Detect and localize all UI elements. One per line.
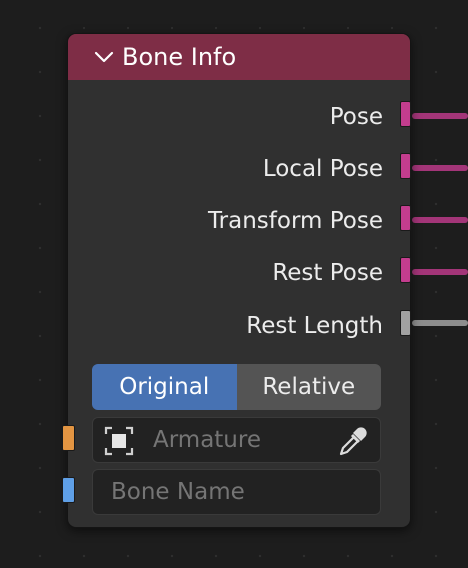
output-socket-transform-pose[interactable] [400, 205, 411, 231]
input-socket-bone-name[interactable] [62, 477, 75, 503]
output-pose-label: Pose [329, 104, 383, 130]
rest-pose-link [412, 269, 468, 275]
object-icon [104, 426, 134, 456]
output-socket-rest-length[interactable] [400, 310, 411, 336]
chevron-down-icon[interactable] [94, 50, 114, 64]
node-title: Bone Info [122, 43, 237, 71]
armature-field[interactable]: Armature [92, 417, 381, 463]
mode-toggle: Original Relative [92, 364, 381, 410]
node-header[interactable]: Bone Info [68, 34, 410, 80]
output-local-pose-label: Local Pose [262, 156, 383, 182]
eyedropper-icon[interactable] [336, 424, 370, 458]
output-rest-length-label: Rest Length [246, 313, 383, 339]
mode-original-button[interactable]: Original [92, 364, 237, 410]
output-socket-pose[interactable] [400, 101, 411, 127]
input-socket-armature[interactable] [62, 425, 75, 451]
output-socket-rest-pose[interactable] [400, 257, 411, 283]
bone-name-field[interactable]: Bone Name [92, 469, 381, 515]
transform-pose-link [412, 217, 468, 223]
bone-name-placeholder: Bone Name [111, 479, 245, 505]
mode-relative-button[interactable]: Relative [236, 364, 381, 410]
output-transform-pose-label: Transform Pose [208, 208, 383, 234]
pose-link [412, 113, 468, 119]
output-socket-local-pose[interactable] [400, 153, 411, 179]
output-rest-pose-label: Rest Pose [272, 260, 383, 286]
local-pose-link [412, 165, 468, 171]
rest-length-link [412, 320, 468, 326]
armature-placeholder: Armature [153, 427, 261, 453]
